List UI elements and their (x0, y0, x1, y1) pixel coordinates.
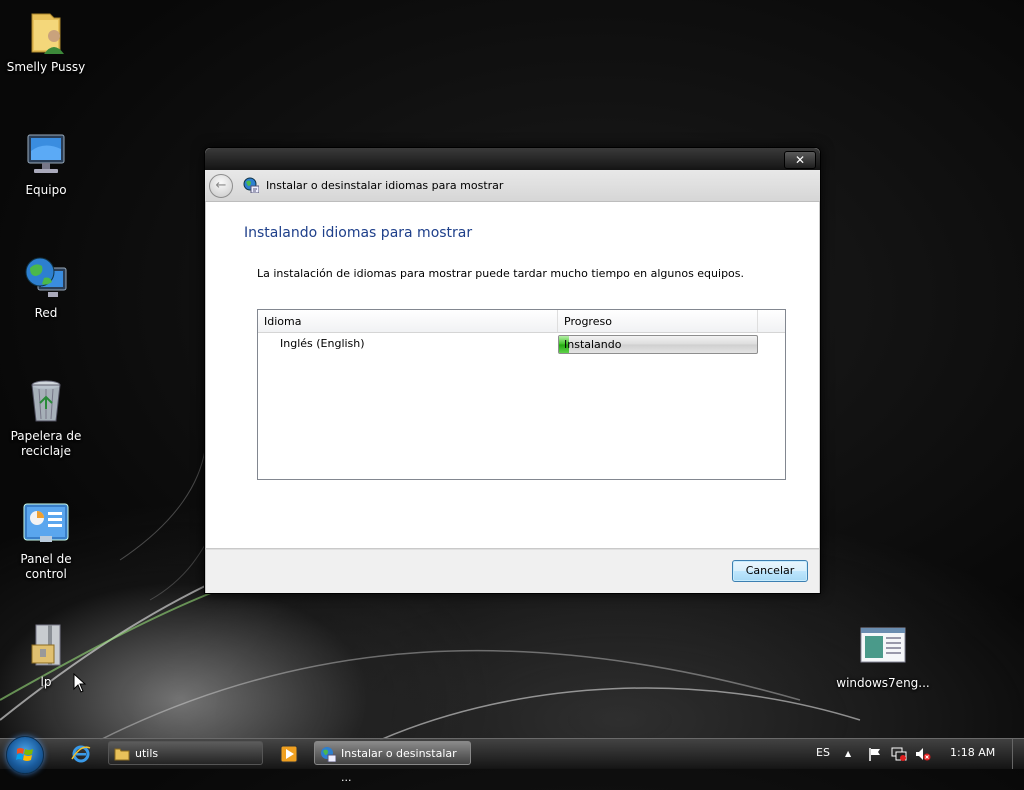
desktop-icon-recycle-bin[interactable]: Papelera de reciclaje (0, 377, 92, 459)
window-title: Instalar o desinstalar idiomas para most… (266, 179, 504, 192)
action-center-flag-icon[interactable] (867, 746, 883, 762)
computer-icon (22, 131, 70, 179)
taskbar-button-label: Instalar o desinstalar ... (341, 747, 457, 784)
network-globe-icon (22, 254, 70, 302)
show-hidden-icons-button[interactable]: ▲ (845, 749, 851, 758)
clock[interactable]: 1:18 AM (950, 746, 995, 759)
network-status-icon[interactable] (891, 746, 907, 762)
mouse-cursor-icon (73, 673, 87, 693)
close-icon: ✕ (794, 153, 806, 167)
dialog-footer: Cancelar (206, 549, 819, 593)
desktop-icon-label: Smelly Pussy (6, 60, 86, 74)
folder-icon (114, 748, 130, 761)
zip-archive-icon (22, 623, 70, 671)
desktop-icon-label: windows7eng... (836, 676, 930, 690)
language-name: Inglés (English) (280, 337, 365, 350)
recycle-bin-icon (22, 377, 70, 425)
language-icon (321, 747, 336, 762)
language-indicator[interactable]: ES (816, 746, 830, 759)
taskbar-button-label: utils (135, 747, 159, 760)
page-description: La instalación de idiomas para mostrar p… (257, 267, 745, 280)
taskbar-button-language-install[interactable]: Instalar o desinstalar ... (314, 741, 471, 784)
window-titlebar[interactable]: ✕ (205, 148, 820, 170)
document-file-icon (859, 624, 907, 672)
page-heading: Instalando idiomas para mostrar (244, 225, 473, 241)
back-button[interactable]: ← (209, 174, 233, 198)
wizard-content: Instalando idiomas para mostrar La insta… (206, 202, 819, 548)
internet-explorer-icon[interactable] (71, 744, 91, 764)
language-install-window: ✕ ← Instalar o desinstalar idiomas para … (204, 147, 821, 594)
media-player-icon[interactable] (279, 744, 299, 764)
progress-status: Instalando (564, 338, 622, 351)
desktop-icon-label: Panel de control (20, 552, 72, 581)
windows-logo-icon (16, 748, 33, 761)
desktop-icon-network[interactable]: Red (0, 254, 92, 321)
list-header: Idioma Progreso (258, 310, 785, 333)
cancel-button[interactable]: Cancelar (732, 560, 808, 582)
taskbar-button-utils[interactable]: utils (108, 741, 263, 765)
user-folder-icon (22, 8, 70, 56)
column-header-progress[interactable]: Progreso (558, 310, 758, 332)
desktop-icon-computer[interactable]: Equipo (0, 131, 92, 198)
control-panel-icon (22, 500, 70, 548)
navigation-bar: ← Instalar o desinstalar idiomas para mo… (205, 170, 820, 202)
taskbar: utils Instalar o desinstalar ... ES ▲ 1:… (0, 736, 1024, 784)
close-button[interactable]: ✕ (784, 151, 816, 169)
desktop-icon-control-panel[interactable]: Panel de control (0, 500, 92, 582)
column-header-language[interactable]: Idioma (258, 310, 558, 332)
start-button[interactable] (6, 736, 44, 774)
desktop-icon-label: Papelera de reciclaje (10, 429, 82, 458)
languages-list[interactable]: Idioma Progreso Inglés (English) Instala… (257, 309, 786, 480)
table-row[interactable]: Inglés (English) Instalando (258, 333, 785, 355)
volume-muted-icon[interactable] (915, 746, 931, 762)
language-globe-icon (243, 177, 260, 194)
show-desktop-button[interactable] (1012, 739, 1024, 769)
desktop-icon-windows7eng[interactable]: windows7eng... (836, 624, 930, 691)
install-progress-bar: Instalando (558, 335, 758, 354)
desktop-icon-label: Red (34, 306, 58, 320)
back-arrow-icon: ← (215, 178, 227, 193)
desktop-icon-label: Equipo (25, 183, 67, 197)
desktop-icon-user-folder[interactable]: Smelly Pussy (0, 8, 92, 75)
